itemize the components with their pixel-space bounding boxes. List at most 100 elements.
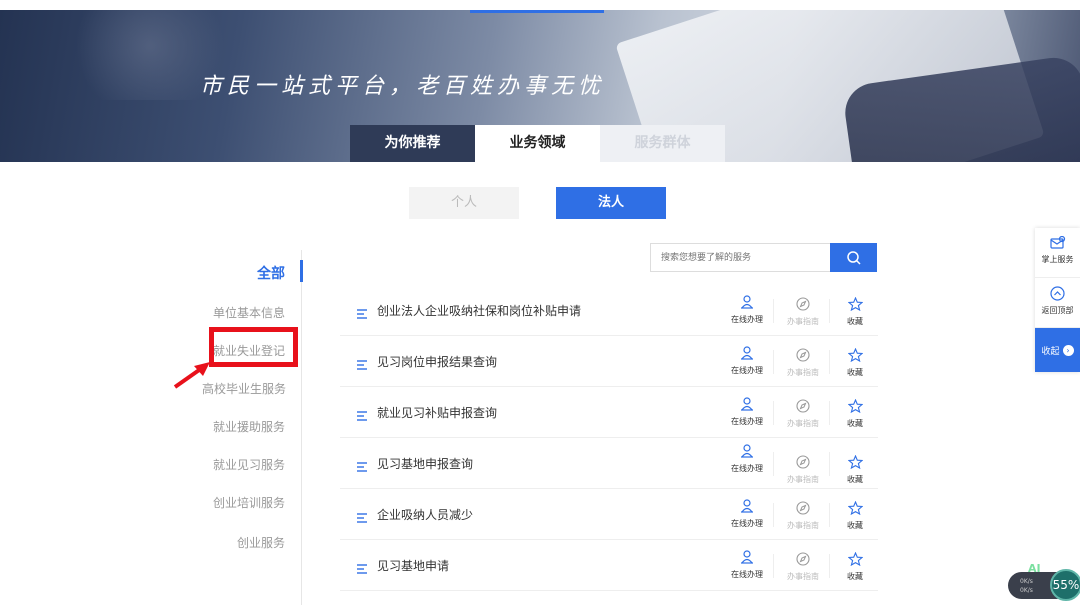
network-speed-widget[interactable]: AI 0K/s 0K/s 55% <box>1008 562 1080 602</box>
compass-icon <box>796 348 810 362</box>
online-handle-button[interactable]: 在线办理 <box>727 443 767 474</box>
service-title[interactable]: 见习基地申请 <box>377 557 449 574</box>
usage-percent: 55% <box>1050 569 1080 601</box>
tab-business-area[interactable]: 业务领域 <box>475 125 600 162</box>
action-divider <box>829 350 830 374</box>
action-divider <box>829 554 830 578</box>
service-title[interactable]: 就业见习补贴申报查询 <box>377 404 497 421</box>
action-divider <box>773 554 774 578</box>
floating-toolbar: 掌上服务 返回顶部 收起 › <box>1035 228 1080 372</box>
menu-item-all[interactable]: 全部 <box>257 263 285 283</box>
mobile-service-label: 掌上服务 <box>1041 255 1074 264</box>
menu-item-unit-info[interactable]: 单位基本信息 <box>213 304 285 321</box>
service-row[interactable]: 创业法人企业吸纳社保和岗位补贴申请 在线办理 办事指南 收藏 <box>340 285 878 336</box>
compass-icon <box>796 552 810 566</box>
online-handle-button[interactable]: 在线办理 <box>727 294 767 325</box>
service-row[interactable]: 见习基地申请 在线办理 办事指南 收藏 <box>340 540 878 591</box>
guide-button[interactable]: 办事指南 <box>783 551 823 582</box>
service-title[interactable]: 创业法人企业吸纳社保和岗位补贴申请 <box>377 302 581 319</box>
search-button[interactable] <box>830 243 877 272</box>
favorite-button[interactable]: 收藏 <box>835 500 875 531</box>
favorite-label: 收藏 <box>847 317 863 326</box>
collapse-label: 收起 <box>1041 346 1060 357</box>
action-divider <box>829 503 830 527</box>
service-row[interactable]: 见习岗位申报结果查询 在线办理 办事指南 收藏 <box>340 336 878 387</box>
favorite-button[interactable]: 收藏 <box>835 551 875 582</box>
ai-label: AI <box>1028 562 1041 575</box>
star-icon <box>847 398 863 414</box>
favorite-label: 收藏 <box>847 475 863 484</box>
service-row[interactable]: 就业见习补贴申报查询在线办理 办事指南 收藏 <box>340 387 878 438</box>
list-icon-wrap <box>357 406 368 425</box>
list-icon <box>357 309 367 319</box>
menu-item-startup-training[interactable]: 创业培训服务 <box>213 494 285 511</box>
favorite-button[interactable]: 收藏 <box>835 296 875 327</box>
service-row[interactable]: 企业吸纳人员减少在线办理 办事指南 收藏 <box>340 489 878 540</box>
action-divider <box>773 503 774 527</box>
favorite-label: 收藏 <box>847 419 863 428</box>
favorite-button[interactable]: 收藏 <box>835 398 875 429</box>
guide-label: 办事指南 <box>787 521 819 530</box>
online-handle-label: 在线办理 <box>731 519 763 528</box>
star-icon <box>847 347 863 363</box>
service-list: 创业法人企业吸纳社保和岗位补贴申请 在线办理 办事指南 收藏 见习岗位申报结果查询 在线办… <box>340 285 878 591</box>
guide-button[interactable]: 办事指南 <box>783 296 823 327</box>
guide-button[interactable]: 办事指南 <box>783 398 823 429</box>
online-handle-button[interactable]: 在线办理 <box>727 396 767 427</box>
back-to-top-button[interactable]: 返回顶部 <box>1035 278 1080 328</box>
list-icon-wrap <box>357 508 368 527</box>
star-icon <box>847 500 863 516</box>
menu-item-startup-service[interactable]: 创业服务 <box>237 534 285 551</box>
list-icon-wrap <box>357 304 368 323</box>
online-handle-button[interactable]: 在线办理 <box>727 549 767 580</box>
online-handle-label: 在线办理 <box>731 417 763 426</box>
action-divider <box>829 401 830 425</box>
service-title[interactable]: 企业吸纳人员减少 <box>377 506 473 523</box>
mobile-service-icon <box>1049 235 1065 249</box>
list-icon <box>357 513 367 523</box>
person-toggle-button[interactable]: 个人 <box>409 187 519 219</box>
favorite-label: 收藏 <box>847 521 863 530</box>
menu-item-internship[interactable]: 就业见习服务 <box>213 456 285 473</box>
legal-toggle-button[interactable]: 法人 <box>556 187 666 219</box>
service-title[interactable]: 见习基地申报查询 <box>377 455 473 472</box>
menu-item-graduate-service[interactable]: 高校毕业生服务 <box>202 380 286 397</box>
online-handle-label: 在线办理 <box>731 464 763 473</box>
list-icon-wrap <box>357 457 368 476</box>
list-icon <box>357 564 367 574</box>
tab-recommend[interactable]: 为你推荐 <box>350 125 475 162</box>
favorite-button[interactable]: 收藏 <box>835 347 875 378</box>
star-icon <box>847 551 863 567</box>
list-icon <box>357 411 367 421</box>
search-icon <box>846 250 861 265</box>
list-icon <box>357 462 367 472</box>
download-speed: 0K/s <box>1020 587 1033 594</box>
star-icon <box>847 296 863 312</box>
guide-button[interactable]: 办事指南 <box>783 454 823 485</box>
compass-icon <box>796 501 810 515</box>
online-handle-icon <box>741 346 753 360</box>
banner-slogan: 市民一站式平台，老百姓办事无忧 <box>200 74 606 99</box>
service-row[interactable]: 见习基地申报查询在线办理 办事指南 收藏 <box>340 438 878 489</box>
search-input[interactable] <box>650 243 830 272</box>
page: 市民一站式平台，老百姓办事无忧 为你推荐 业务领域 服务群体 个人 法人 全部 … <box>0 0 1080 605</box>
category-tabs: 为你推荐 业务领域 服务群体 <box>350 125 725 162</box>
favorite-button[interactable]: 收藏 <box>835 454 875 485</box>
collapse-button[interactable]: 收起 › <box>1035 328 1080 372</box>
category-menu: 全部 单位基本信息 就业失业登记 高校毕业生服务 就业援助服务 就业见习服务 创… <box>190 250 303 605</box>
online-handle-button[interactable]: 在线办理 <box>727 345 767 376</box>
list-icon <box>357 360 367 370</box>
online-handle-button[interactable]: 在线办理 <box>727 498 767 529</box>
mobile-service-button[interactable]: 掌上服务 <box>1035 228 1080 278</box>
menu-item-employment-assistance[interactable]: 就业援助服务 <box>213 418 285 435</box>
guide-label: 办事指南 <box>787 317 819 326</box>
guide-button[interactable]: 办事指南 <box>783 347 823 378</box>
action-divider <box>773 299 774 323</box>
highlight-box <box>209 327 298 367</box>
tab-service-group[interactable]: 服务群体 <box>600 125 725 162</box>
online-handle-icon <box>741 397 753 411</box>
action-divider <box>829 299 830 323</box>
guide-button[interactable]: 办事指南 <box>783 500 823 531</box>
service-title[interactable]: 见习岗位申报结果查询 <box>377 353 497 370</box>
action-divider <box>773 452 774 476</box>
